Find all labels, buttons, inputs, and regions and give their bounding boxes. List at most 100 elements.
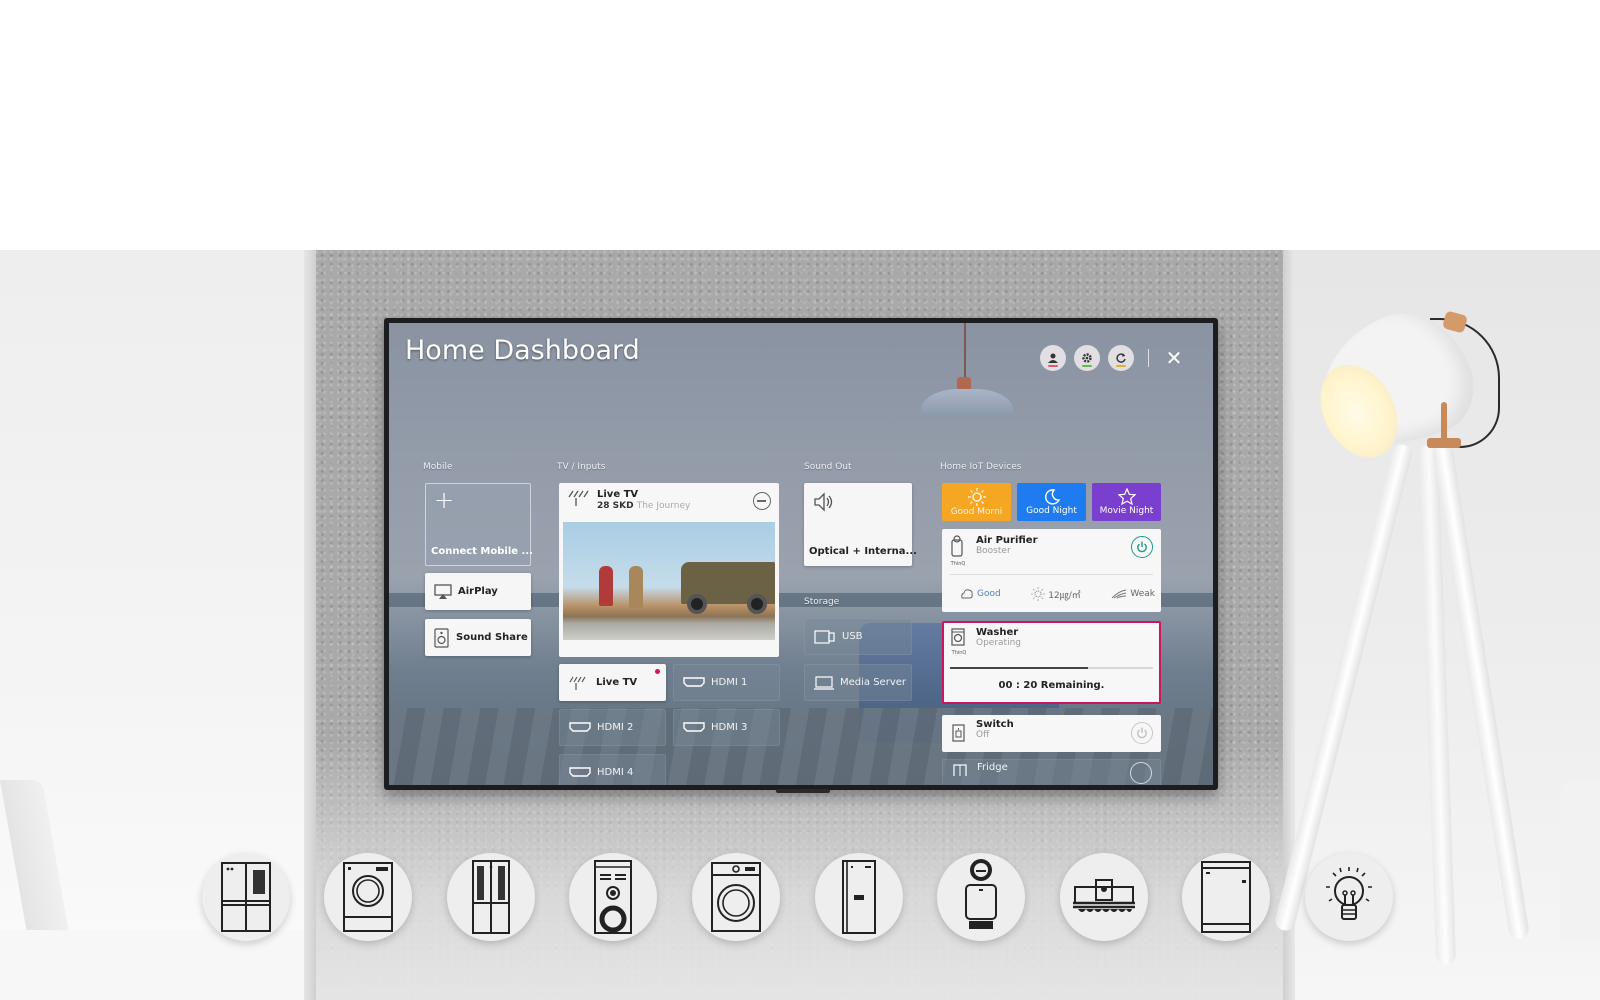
- switch-icon: [952, 724, 965, 742]
- french-door-fridge-icon: [221, 862, 271, 932]
- power-button[interactable]: [1131, 536, 1153, 558]
- top-toolbar: ✕: [1040, 345, 1185, 371]
- page-title: Home Dashboard: [405, 335, 640, 366]
- sun-icon: [967, 487, 986, 506]
- input-hdmi-4[interactable]: HDMI 4: [559, 754, 666, 785]
- sound-share-button[interactable]: Sound Share: [425, 619, 531, 656]
- status-indicator: [1082, 365, 1092, 367]
- live-tv-title: Live TV: [597, 489, 639, 500]
- input-hdmi-3[interactable]: HDMI 3: [673, 709, 780, 746]
- status-indicator: [1048, 365, 1058, 367]
- volume-icon: [814, 492, 833, 512]
- marketing-scene: Home Dashboard ✕ Mobile + Connect Mobile…: [0, 0, 1600, 1000]
- usb-icon: [814, 629, 835, 644]
- washer-remaining: 00 : 20 Remaining.: [998, 680, 1105, 691]
- wind-icon: [1112, 589, 1127, 599]
- storage-media-server[interactable]: Media Server: [804, 664, 912, 701]
- chair: [0, 780, 72, 950]
- top-blank-area: [0, 0, 1600, 250]
- live-tv-card[interactable]: Live TV 28 SKD The Journey: [559, 483, 779, 657]
- front-load-washer-icon: [711, 862, 761, 932]
- profile-icon: [1048, 353, 1058, 363]
- scene-good-morning[interactable]: Good Morni: [942, 483, 1011, 521]
- ceiling-lamp: [921, 389, 1013, 415]
- washer-progress-bar: [950, 667, 1153, 669]
- appliance-circle: [1060, 853, 1148, 941]
- settings-icon: [1082, 353, 1092, 363]
- appliance-circle: [815, 853, 903, 941]
- close-button[interactable]: ✕: [1163, 348, 1185, 368]
- device-switch[interactable]: Switch Off: [942, 715, 1161, 752]
- tv-stand: [776, 789, 830, 793]
- airplay-button[interactable]: AirPlay: [425, 573, 531, 610]
- floor: [0, 930, 304, 1000]
- power-button[interactable]: [1131, 722, 1153, 744]
- program-name: The Journey: [636, 501, 691, 511]
- air-metrics: Good 12㎍/㎥ Weak: [960, 587, 1155, 601]
- chair: [1560, 780, 1600, 940]
- device-name: Switch: [976, 719, 1014, 730]
- speaker-icon: [434, 627, 449, 648]
- device-fridge[interactable]: Fridge: [942, 759, 1161, 785]
- star-icon: [1117, 488, 1136, 505]
- live-tv-preview: [563, 522, 775, 640]
- sound-out-value: Optical + Interna...: [809, 546, 917, 557]
- washer-progress-fill: [950, 667, 1089, 669]
- hdmi-icon: [683, 721, 705, 732]
- thinq-label: ThinQ: [951, 650, 967, 656]
- storage-usb[interactable]: USB: [804, 618, 912, 655]
- device-air-purifier[interactable]: ThinQ Air Purifier Booster Good 12㎍/㎥ We…: [942, 529, 1161, 612]
- device-status: Booster: [976, 546, 1011, 556]
- air-purifier-icon: [965, 859, 997, 929]
- status-indicator: [1116, 365, 1126, 367]
- device-status: Operating: [976, 638, 1021, 648]
- appliance-circle: [692, 853, 780, 941]
- remove-button[interactable]: [753, 492, 771, 510]
- scene-good-night[interactable]: Good Night: [1017, 483, 1086, 521]
- dishwasher-icon: [1201, 861, 1251, 933]
- device-name: Air Purifier: [976, 535, 1038, 546]
- refrigerator-icon: [842, 860, 876, 934]
- power-button[interactable]: [1130, 762, 1152, 784]
- speaker-tower-icon: [594, 860, 632, 934]
- appliance-circle: [324, 853, 412, 941]
- section-label-iot: Home IoT Devices: [940, 462, 1022, 472]
- device-washer[interactable]: ThinQ Washer Operating 00 : 20 Remaining…: [942, 621, 1161, 704]
- moon-icon: [1044, 488, 1060, 505]
- lamp-collar: [1427, 438, 1461, 448]
- connect-mobile-button[interactable]: + Connect Mobile ...: [425, 483, 533, 566]
- input-hdmi-2[interactable]: HDMI 2: [559, 709, 666, 746]
- device-status: Off: [976, 730, 990, 740]
- dust-icon: [1031, 587, 1046, 601]
- section-label-tv-inputs: TV / Inputs: [557, 462, 606, 472]
- antenna-icon: [569, 676, 586, 690]
- tv-screen: Home Dashboard ✕ Mobile + Connect Mobile…: [389, 323, 1213, 785]
- device-name: Washer: [976, 627, 1019, 638]
- divider: [950, 574, 1153, 575]
- side-by-side-fridge-icon: [472, 860, 510, 934]
- sound-out-button[interactable]: Optical + Interna...: [804, 483, 917, 566]
- section-label-storage: Storage: [804, 597, 840, 607]
- wall-trim: [304, 250, 316, 1000]
- device-name: Fridge: [977, 762, 1008, 773]
- scene-row: Good Morni Good Night Movie Night: [942, 483, 1161, 521]
- appliance-circle: [1182, 853, 1270, 941]
- scene-movie-night[interactable]: Movie Night: [1092, 483, 1161, 521]
- airplay-icon: [434, 583, 452, 599]
- input-hdmi-1[interactable]: HDMI 1: [673, 664, 780, 701]
- input-live-tv[interactable]: Live TV: [559, 664, 666, 701]
- air-purifier-icon: [951, 535, 963, 557]
- lamp-stem: [1441, 402, 1447, 442]
- refresh-icon: [1116, 353, 1126, 363]
- settings-button[interactable]: [1074, 345, 1100, 371]
- plus-icon: +: [434, 486, 455, 514]
- active-dot: [655, 669, 660, 674]
- profile-button[interactable]: [1040, 345, 1066, 371]
- antenna-icon: [568, 490, 589, 506]
- washer-icon: [343, 862, 393, 932]
- appliance-circle: [569, 853, 657, 941]
- appliance-circle: [202, 853, 290, 941]
- appliance-circle: [1305, 853, 1393, 941]
- refresh-button[interactable]: [1108, 345, 1134, 371]
- robot-cleaner-icon: [1073, 879, 1135, 912]
